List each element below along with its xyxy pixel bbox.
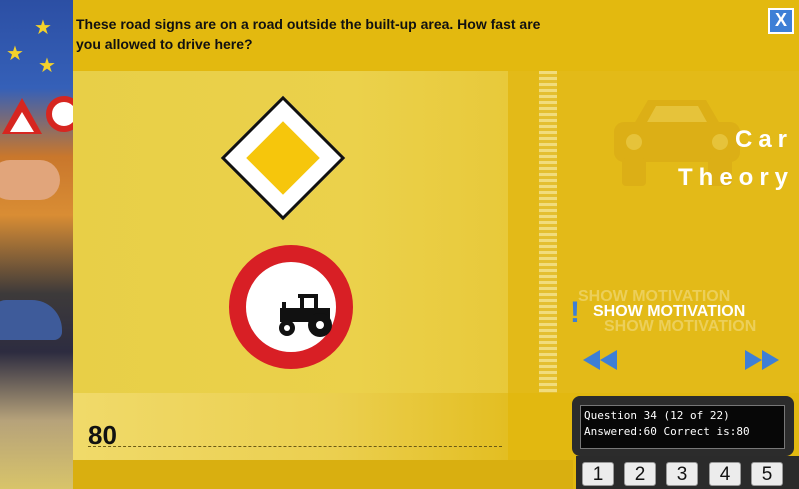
- key-3[interactable]: 3: [666, 462, 698, 486]
- warning-sign-inner: [10, 112, 34, 132]
- tractor-icon: [279, 294, 332, 337]
- star-icon: ★: [38, 55, 56, 77]
- decorative-collage: ★ ★ ★: [0, 0, 73, 489]
- no-tractors-sign-icon: [229, 245, 353, 369]
- question-text: These road signs are on a road outside t…: [76, 16, 541, 52]
- prohibition-sign-icon: [46, 96, 73, 132]
- status-display: Question 34 (12 of 22) Answered:60 Corre…: [580, 405, 785, 449]
- key-5[interactable]: 5: [751, 462, 783, 486]
- priority-road-sign-fill: [246, 121, 320, 195]
- key-1[interactable]: 1: [582, 462, 614, 486]
- brand-title-line2: Theory: [678, 164, 795, 191]
- rewind-icon[interactable]: [583, 350, 619, 370]
- close-button[interactable]: X: [768, 8, 794, 34]
- status-answer-line: Answered:60 Correct is:80: [584, 425, 750, 438]
- hand-image: [0, 160, 60, 200]
- answer-underline: [88, 446, 502, 447]
- fast-forward-icon[interactable]: [745, 350, 781, 370]
- bottom-strip: [73, 460, 573, 489]
- star-icon: ★: [34, 17, 52, 39]
- car-image: [0, 300, 62, 340]
- striped-divider: [539, 71, 557, 393]
- exclamation-icon: !: [570, 296, 580, 329]
- brand-title-line1: Car: [735, 126, 794, 153]
- star-icon: ★: [6, 43, 24, 65]
- key-4[interactable]: 4: [709, 462, 741, 486]
- status-question-line: Question 34 (12 of 22): [584, 409, 730, 422]
- key-2[interactable]: 2: [624, 462, 656, 486]
- answer-panel: [73, 393, 508, 460]
- show-motivation-label: SHOW MOTIVATION: [593, 303, 746, 320]
